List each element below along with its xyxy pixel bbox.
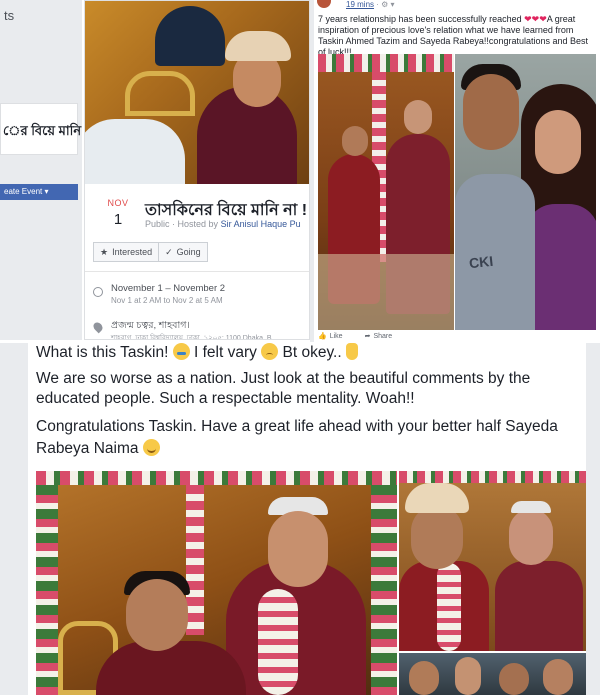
location-pin-icon [91,320,105,334]
going-button[interactable]: ✓ Going [159,242,208,262]
left-sidebar-fragment: ts ের বিয়ে মানি না eate Event ▾ [0,0,82,340]
groom-face [342,126,368,156]
flower-garland [318,54,454,72]
cover-chair [125,71,195,116]
bride-garland [258,589,298,695]
flower-strand [36,485,58,695]
post-line-5: Rabeya Naima [36,439,160,458]
post-text-name: Rabeya Naima [36,440,139,457]
event-privacy: Public [145,219,170,229]
victory-hand-icon [345,343,358,360]
event-subtitle: Public · Hosted by Sir Anisul Haque Pu [145,219,301,229]
event-shortcut-label: ের বিয়ে মানি না [3,123,82,138]
share-button[interactable]: ➦ Share [364,332,393,341]
interested-button[interactable]: ★ Interested [93,242,160,262]
bride-face [509,509,553,565]
post-caption: 7 years relationship has been successful… [318,14,596,58]
avatar[interactable] [317,0,331,8]
bride-face [268,511,328,587]
check-icon: ✓ [165,247,173,257]
caption-part-1: 7 years relationship has been successful… [318,14,525,24]
flower-strand [186,485,204,635]
post-line-4: Congratulations Taskin. Have a great lif… [36,418,558,435]
woman-figure [525,204,596,330]
bride-face [404,100,432,134]
event-day: 1 [113,211,123,228]
bride-figure [495,561,583,651]
sidebar-title: ts [4,8,15,23]
post-text-c: Bt okey.. [282,344,342,361]
heart-icon: ❤❤❤ [524,14,547,24]
chair [318,254,454,330]
event-actions: ★ Interested ✓ Going [93,242,208,262]
post-text-b: I felt vary [194,344,262,361]
smile-emoji-icon [142,439,160,456]
guest-figure [455,657,481,695]
post-text-a: What is this Taskin! [36,344,169,361]
flower-strand [371,485,397,695]
couple-selfie-photo[interactable]: CKI [455,54,596,330]
interested-label: Interested [112,247,153,257]
turban [405,483,469,513]
event-time-range: Nov 1 at 2 AM to Nov 2 at 5 AM [111,296,223,305]
share-icon: ➦ [364,333,371,340]
going-label: Going [176,247,201,257]
groom-face [411,505,463,569]
woman-face [535,110,581,174]
event-month: NOV [107,198,129,208]
clock-icon [93,287,103,297]
post-meta: 19 mins · ⚙ ▾ [346,0,395,9]
guest-figure [543,659,573,695]
event-location-address: শাহবাগ, ঢাকা বিশ্ববিদ্যালয়, ঢাকা, ১২০৫;… [111,335,272,340]
man-figure [455,174,535,330]
groom-face [126,579,188,651]
like-label: Like [329,332,343,340]
crying-emoji-icon [172,343,190,360]
post-line-1: What is this Taskin! I felt vary Bt okey… [36,343,358,362]
wedding-photo-right-bottom[interactable] [399,653,586,695]
man-face [463,74,519,150]
divider [85,271,309,272]
post-line-2: We are so worse as a nation. Just look a… [36,370,531,387]
create-event-button[interactable]: eate Event ▾ [0,184,78,200]
wedding-photo-main[interactable] [36,471,397,695]
share-label: Share [373,332,393,340]
flower-garland [36,471,397,485]
cover-turban [225,31,291,61]
event-shortcut-card[interactable]: ের বিয়ে মানি না [0,103,82,155]
cover-figure [155,6,225,66]
event-card: NOV 1 তাসকিনের বিয়ে মানি না ! Public · … [84,0,310,340]
post-line-3: educated people. Such a respectable ment… [36,390,415,407]
audience-icon[interactable]: · ⚙ ▾ [376,0,394,9]
like-button[interactable]: 👍 Like [318,332,343,341]
event-hosted-prefix: · Hosted by [172,219,219,229]
groom-figure [96,641,246,695]
sad-emoji-icon [261,343,279,360]
star-icon: ★ [100,247,109,257]
guest-figure [409,661,439,695]
event-cover-photo[interactable] [85,1,309,184]
event-host-link[interactable]: Sir Anisul Haque Pu [221,219,301,229]
wedding-photo-right-top[interactable] [399,471,586,651]
post-bottom: What is this Taskin! I felt vary Bt okey… [28,343,586,695]
wedding-photo-left[interactable] [318,54,454,330]
page-margin-left [0,343,28,695]
post-time-link[interactable]: 19 mins [346,0,374,9]
post-top: 19 mins · ⚙ ▾ 7 years relationship has b… [314,0,600,342]
tiara [511,501,551,513]
post-action-bar: 👍 Like ➦ Share [318,330,596,342]
groom-garland [437,563,461,651]
shirt-print: CKI [468,252,494,272]
page-margin-right [586,343,600,695]
flower-garland [399,471,586,483]
cover-foreground [85,119,185,184]
thumbs-up-icon: 👍 [318,333,327,340]
guest-figure [499,663,529,695]
event-date-badge: NOV 1 [103,198,133,228]
event-date-range[interactable]: November 1 – November 2 [111,283,225,294]
